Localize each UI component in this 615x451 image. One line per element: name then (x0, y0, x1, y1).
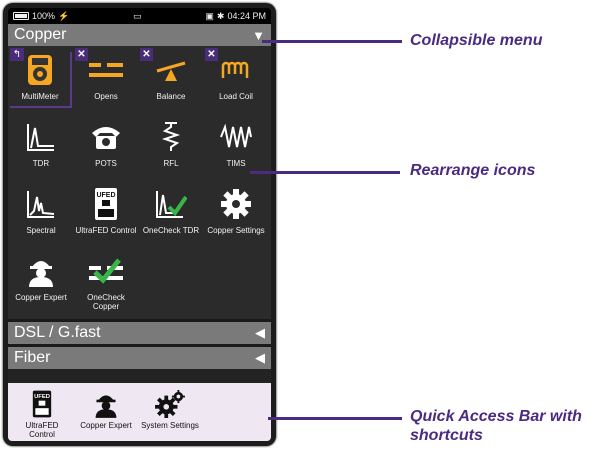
app-onecheck-copper[interactable]: OneCheck Copper (75, 253, 137, 311)
back-arrow-icon[interactable]: ↰ (10, 48, 24, 61)
section-dsl-label: DSL / G.fast (14, 324, 101, 341)
quick-label: System Settings (141, 421, 199, 430)
onecheck-tdr-icon (140, 186, 202, 222)
app-label: OneCheck TDR (142, 226, 200, 235)
camera-icon: ▣ (205, 10, 214, 21)
section-fiber-header[interactable]: Fiber ◀ (8, 347, 271, 369)
notification-icon: ▭ (133, 10, 142, 21)
section-fiber-label: Fiber (14, 349, 51, 366)
charging-icon: ⚡ (58, 10, 70, 21)
app-label: Copper Settings (207, 226, 265, 235)
app-pots[interactable]: POTS (75, 119, 137, 168)
screen: 100% ⚡ ▭ ▣ ✱ 04:24 PM Copper ▼ ↰ MultiMe… (8, 8, 271, 441)
tablet-device: 100% ⚡ ▭ ▣ ✱ 04:24 PM Copper ▼ ↰ MultiMe… (3, 3, 276, 446)
app-label: Spectral (26, 226, 56, 235)
app-tims[interactable]: TIMS (205, 119, 267, 168)
ultrafed-icon: UFED (12, 389, 72, 419)
quick-system-settings[interactable]: System Settings (140, 389, 200, 430)
app-balance[interactable]: ✕ Balance (140, 48, 202, 101)
app-multimeter[interactable]: ↰ MultiMeter (10, 48, 72, 108)
app-load-coil[interactable]: ✕ Load Coil (205, 48, 267, 101)
app-label: Load Coil (219, 92, 253, 101)
svg-text:UFED: UFED (34, 394, 50, 400)
gear-icon (205, 186, 267, 222)
quick-label: Copper Expert (80, 421, 132, 430)
copper-app-grid: ↰ MultiMeter ✕ Opens ✕ Balance ✕ Load Co… (8, 46, 271, 319)
app-label: TDR (32, 159, 50, 168)
callout-quick-access: Quick Access Bar with shortcuts (410, 408, 582, 444)
spectral-icon (10, 186, 72, 222)
gears-icon (140, 389, 200, 419)
bluetooth-icon: ✱ (216, 10, 225, 21)
callout-rearrange: Rearrange icons (410, 162, 536, 179)
app-copper-expert[interactable]: Copper Expert (10, 253, 72, 302)
rfl-icon (140, 119, 202, 155)
remove-icon[interactable]: ✕ (205, 48, 218, 61)
app-label: RFL (163, 159, 179, 168)
app-label: OneCheck Copper (87, 293, 125, 311)
callout-collapsible: Collapsible menu (410, 32, 543, 49)
app-label: UltraFED Control (75, 226, 137, 235)
app-opens[interactable]: ✕ Opens (75, 48, 137, 101)
expand-arrow-icon[interactable]: ◀ (255, 325, 265, 341)
app-label: Balance (156, 92, 186, 101)
quick-access-bar: UFED UltraFED Control Copper Expert Syst… (8, 383, 271, 441)
app-label: MultiMeter (21, 92, 59, 101)
section-dsl-header[interactable]: DSL / G.fast ◀ (8, 322, 271, 344)
clock: 04:24 PM (227, 11, 266, 21)
remove-icon[interactable]: ✕ (140, 48, 153, 61)
technician-icon (10, 253, 72, 289)
app-label: TIMS (226, 159, 246, 168)
svg-text:UFED: UFED (96, 192, 115, 199)
app-ultrafed-control[interactable]: UFED UltraFED Control (75, 186, 137, 235)
battery-icon (13, 12, 29, 20)
section-copper-label: Copper (14, 26, 67, 43)
tdr-icon (10, 119, 72, 155)
expand-arrow-icon[interactable]: ◀ (255, 350, 265, 366)
technician-icon (76, 389, 136, 419)
section-copper-header[interactable]: Copper ▼ (8, 24, 271, 46)
quick-copper-expert[interactable]: Copper Expert (76, 389, 136, 430)
app-onecheck-tdr[interactable]: OneCheck TDR (140, 186, 202, 235)
app-label: POTS (95, 159, 117, 168)
app-rfl[interactable]: RFL (140, 119, 202, 168)
tims-icon (205, 119, 267, 155)
onecheck-copper-icon (75, 253, 137, 289)
callout-line-rearrange (250, 171, 400, 174)
callout-line-quick-access (268, 417, 402, 420)
app-tdr[interactable]: TDR (10, 119, 72, 168)
ultrafed-icon: UFED (75, 186, 137, 222)
battery-level: 100% (32, 11, 56, 21)
app-label: Opens (94, 92, 118, 101)
quick-label: UltraFED Control (25, 421, 59, 439)
remove-icon[interactable]: ✕ (75, 48, 88, 61)
status-bar: 100% ⚡ ▭ ▣ ✱ 04:24 PM (8, 8, 271, 24)
callout-line-collapsible (262, 40, 402, 43)
app-copper-settings[interactable]: Copper Settings (205, 186, 267, 235)
quick-ultrafed-control[interactable]: UFED UltraFED Control (12, 389, 72, 439)
telephone-icon (75, 119, 137, 155)
app-label: Copper Expert (15, 293, 67, 302)
app-spectral[interactable]: Spectral (10, 186, 72, 235)
